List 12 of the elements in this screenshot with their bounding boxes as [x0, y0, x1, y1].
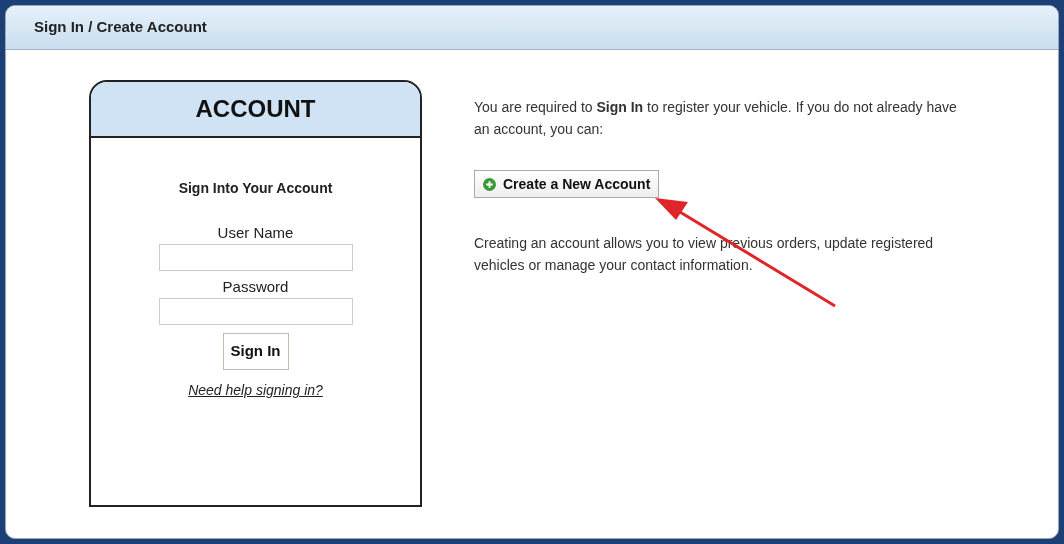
- input-field[interactable]: [158, 298, 353, 325]
- help-link[interactable]: Need help signing in?: [188, 380, 323, 401]
- sign-in-heading: Sign Into Your Account: [178, 179, 333, 198]
- account-title: ACCOUNT: [195, 94, 316, 124]
- sign-in-button[interactable]: Sign In: [222, 333, 289, 370]
- panel-title: Sign In / Create Account: [34, 17, 207, 38]
- field-label: Password: [222, 277, 289, 297]
- input-field[interactable]: [158, 244, 353, 271]
- intro-text: You are required to Sign In to register your vehicle. If you do not already have an account, you can:: [474, 98, 958, 139]
- create-account-button[interactable]: Create a New Account: [474, 170, 660, 198]
- field-label: User Name: [217, 223, 294, 243]
- plus-icon: [483, 177, 496, 191]
